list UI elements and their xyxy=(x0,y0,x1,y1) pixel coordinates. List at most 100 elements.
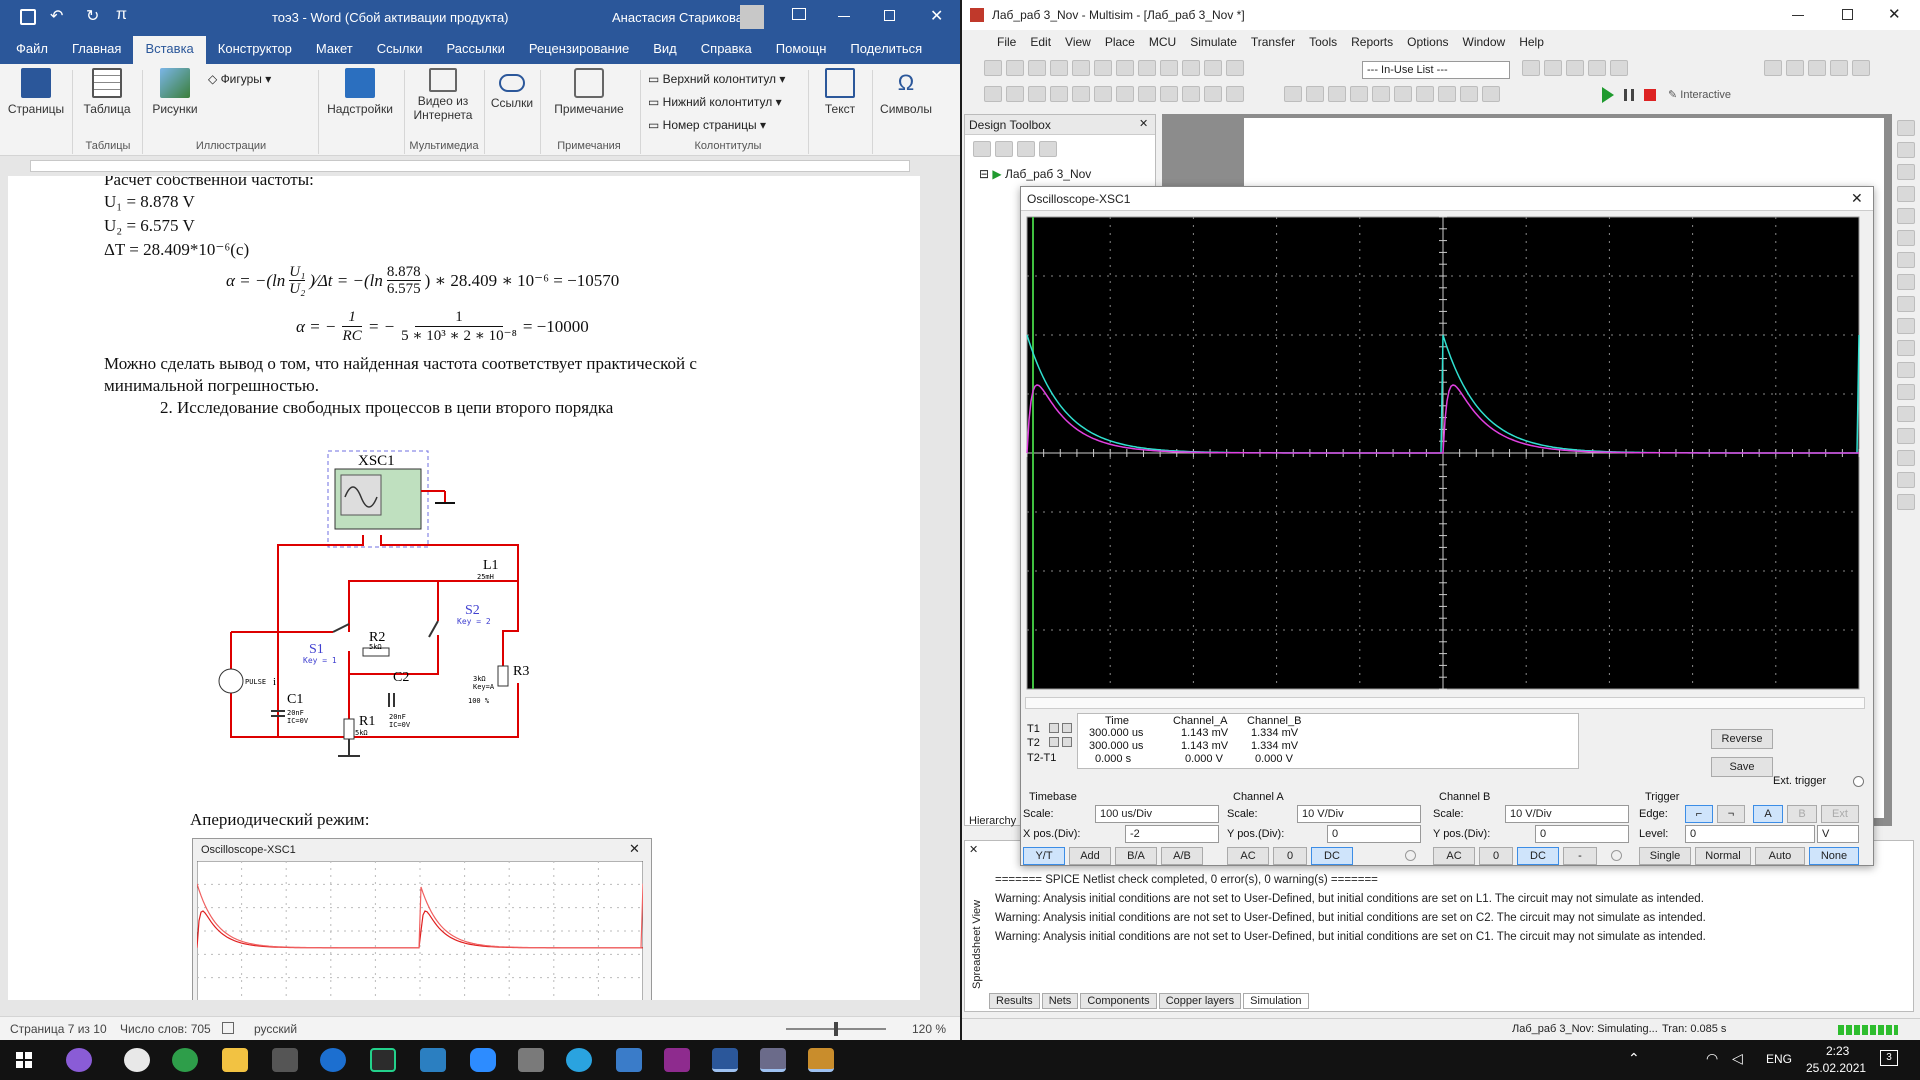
close-icon[interactable]: ✕ xyxy=(1888,5,1901,23)
tab-3[interactable]: Конструктор xyxy=(206,36,304,64)
open-icon[interactable] xyxy=(1006,60,1024,76)
zoom-app-icon[interactable] xyxy=(470,1048,496,1072)
timebase-scale-field[interactable]: 100 us/Div xyxy=(1095,805,1219,823)
winrar-icon[interactable] xyxy=(664,1048,690,1072)
component-icon[interactable] xyxy=(1116,86,1134,102)
tab-4[interactable]: Макет xyxy=(304,36,365,64)
instrument-icon[interactable] xyxy=(1306,86,1324,102)
app-icon[interactable] xyxy=(808,1048,834,1072)
run-icon[interactable] xyxy=(1602,87,1614,103)
none-button[interactable]: None xyxy=(1809,847,1859,865)
menu-help[interactable]: Help xyxy=(1512,32,1551,54)
instrument-icon[interactable] xyxy=(1897,362,1915,378)
instrument-icon[interactable] xyxy=(1897,274,1915,290)
video-button[interactable]: Видео из Интернета xyxy=(408,68,478,122)
footer-button[interactable]: ▭ Нижний колонтитул ▾ xyxy=(648,95,782,109)
file-explorer-icon[interactable] xyxy=(222,1048,248,1072)
undo-icon[interactable]: ↶ xyxy=(50,6,63,26)
chb-scale-field[interactable]: 10 V/Div xyxy=(1505,805,1629,823)
undo-icon[interactable] xyxy=(1138,60,1156,76)
component-icon[interactable] xyxy=(1006,86,1024,102)
close-icon[interactable]: ✕ xyxy=(930,6,943,26)
clock-time[interactable]: 2:23 xyxy=(1826,1044,1849,1058)
close-icon[interactable]: ✕ xyxy=(1851,190,1863,207)
chevron-up-icon[interactable]: ⌃ xyxy=(1628,1050,1640,1067)
tab-0[interactable]: Файл xyxy=(4,36,60,64)
grapher-icon[interactable] xyxy=(1204,60,1222,76)
t2-right-arrow[interactable] xyxy=(1062,737,1072,747)
redo-icon[interactable]: ↻ xyxy=(86,6,99,26)
instrument-icon[interactable] xyxy=(1416,86,1434,102)
windows-start-icon[interactable] xyxy=(16,1052,32,1068)
redo-icon[interactable] xyxy=(1160,60,1178,76)
bottom-tab-4[interactable]: Simulation xyxy=(1243,993,1309,1009)
comment-button[interactable]: Примечание xyxy=(544,68,634,116)
multisim-icon[interactable] xyxy=(760,1048,786,1072)
t1-left-arrow[interactable] xyxy=(1049,723,1059,733)
reverse-button[interactable]: Reverse xyxy=(1711,729,1773,749)
instrument-icon[interactable] xyxy=(1897,406,1915,422)
osc-hscroll[interactable] xyxy=(1025,697,1865,709)
bottom-tab-0[interactable]: Results xyxy=(989,993,1040,1009)
instrument-icon[interactable] xyxy=(1897,428,1915,444)
interactive-button[interactable]: ✎ Interactive xyxy=(1668,88,1731,101)
spellcheck-icon[interactable] xyxy=(222,1022,234,1034)
paste-icon[interactable] xyxy=(1116,60,1134,76)
zoom-in-icon[interactable] xyxy=(1566,60,1584,76)
zoom-out-icon[interactable] xyxy=(1588,60,1606,76)
postprocessor-icon[interactable] xyxy=(1226,60,1244,76)
cut-icon[interactable] xyxy=(1072,60,1090,76)
cha-ypos-field[interactable]: 0 xyxy=(1327,825,1421,843)
tab-9[interactable]: Справка xyxy=(689,36,764,64)
instrument-icon[interactable] xyxy=(1897,142,1915,158)
search-icon[interactable] xyxy=(66,1048,92,1072)
telegram-icon[interactable] xyxy=(566,1048,592,1072)
save-icon[interactable] xyxy=(1017,141,1035,157)
equation-icon[interactable]: π xyxy=(116,6,127,24)
notification-icon[interactable]: 3 xyxy=(1880,1050,1898,1066)
instrument-icon[interactable] xyxy=(1482,86,1500,102)
tab-1[interactable]: Главная xyxy=(60,36,133,64)
ruler[interactable] xyxy=(0,156,960,176)
component-icon[interactable] xyxy=(1182,86,1200,102)
instrument-icon[interactable] xyxy=(1438,86,1456,102)
trigger-level-field[interactable]: 0 xyxy=(1685,825,1815,843)
user-name[interactable]: Анастасия Старикова xyxy=(612,10,743,25)
component-icon[interactable] xyxy=(1028,86,1046,102)
instrument-icon[interactable] xyxy=(1897,186,1915,202)
help-icon[interactable] xyxy=(1610,60,1628,76)
menu-tools[interactable]: Tools xyxy=(1302,32,1344,54)
text-button[interactable]: Текст xyxy=(812,68,868,116)
zoom-in-icon[interactable] xyxy=(1764,60,1782,76)
cha-radio[interactable] xyxy=(1405,850,1416,861)
clock-date[interactable]: 25.02.2021 xyxy=(1806,1061,1866,1075)
close-icon[interactable]: ✕ xyxy=(969,843,978,856)
symbols-button[interactable]: Ω Символы xyxy=(876,68,936,116)
word-icon[interactable] xyxy=(712,1048,738,1072)
in-use-list[interactable]: --- In-Use List --- xyxy=(1362,61,1510,79)
cha-ac-button[interactable]: AC xyxy=(1227,847,1269,865)
new-page-icon[interactable] xyxy=(973,141,991,157)
network-icon[interactable]: ◠ xyxy=(1706,1050,1718,1067)
component-icon[interactable] xyxy=(984,86,1002,102)
trigger-source-b[interactable]: B xyxy=(1787,805,1817,823)
add-button[interactable]: Add xyxy=(1069,847,1111,865)
save-button[interactable]: Save xyxy=(1711,757,1773,777)
chb-invert-button[interactable]: - xyxy=(1563,847,1597,865)
menu-simulate[interactable]: Simulate xyxy=(1183,32,1244,54)
links-button[interactable]: Ссылки xyxy=(488,68,536,110)
tab-10[interactable]: Помощн xyxy=(764,36,839,64)
normal-button[interactable]: Normal xyxy=(1695,847,1751,865)
instrument-icon[interactable] xyxy=(1897,318,1915,334)
component-icon[interactable] xyxy=(1094,86,1112,102)
save-icon[interactable] xyxy=(20,9,36,25)
trigger-source-ext[interactable]: Ext xyxy=(1821,805,1859,823)
tab-5[interactable]: Ссылки xyxy=(365,36,435,64)
instrument-icon[interactable] xyxy=(1897,164,1915,180)
close-icon[interactable]: ✕ xyxy=(1139,117,1148,130)
bottom-tab-1[interactable]: Nets xyxy=(1041,993,1079,1009)
tab-11[interactable]: Поделиться xyxy=(838,36,934,64)
zoom-fit-icon[interactable] xyxy=(1830,60,1848,76)
auto-button[interactable]: Auto xyxy=(1755,847,1805,865)
menu-edit[interactable]: Edit xyxy=(1023,32,1058,54)
